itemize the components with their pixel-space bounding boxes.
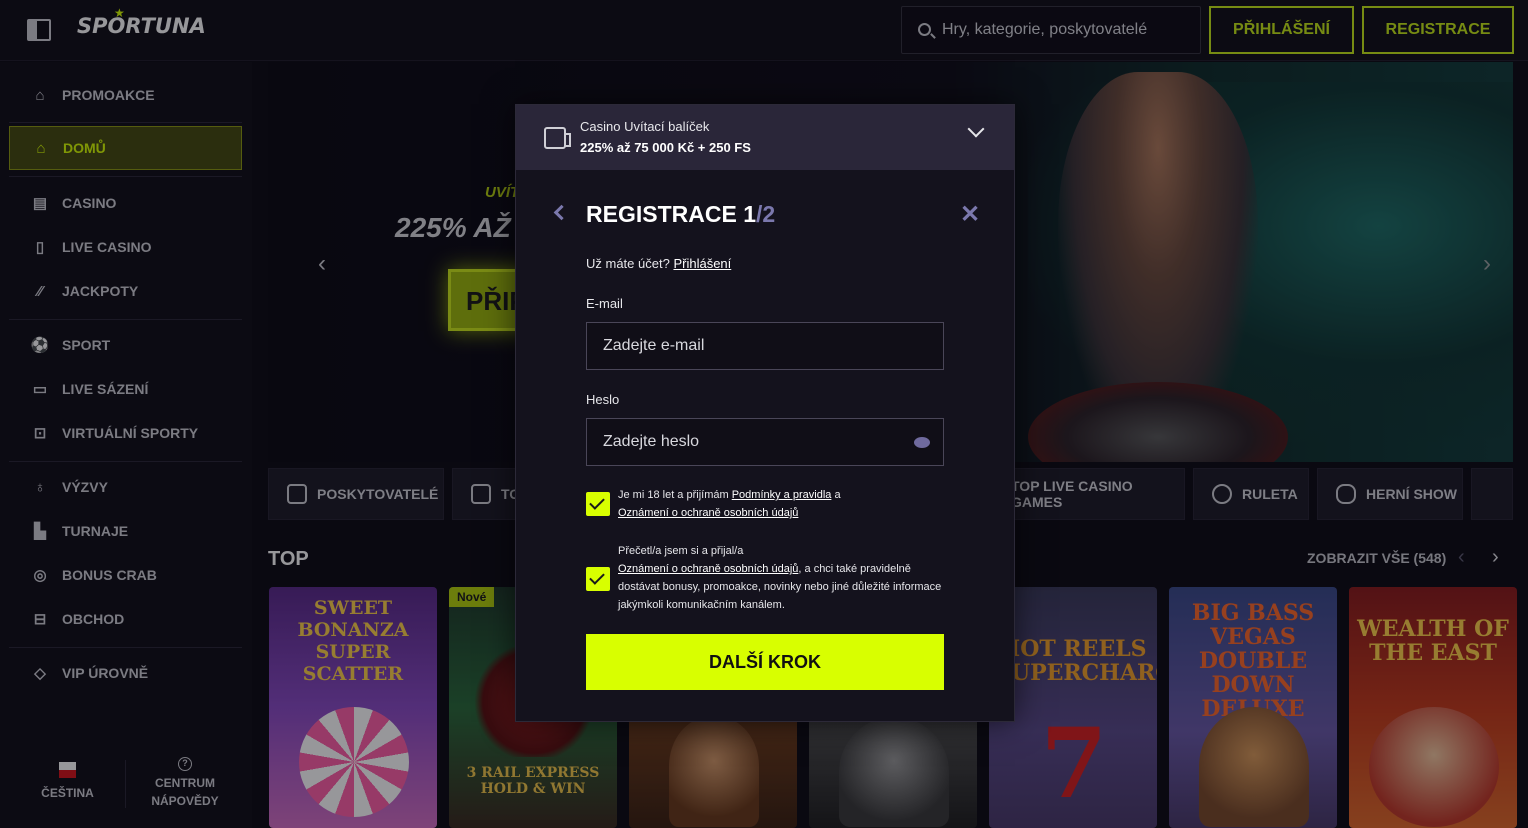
- show-password-icon[interactable]: [914, 437, 930, 448]
- next-step-button[interactable]: DALŠÍ KROK: [586, 634, 944, 690]
- privacy-link[interactable]: Oznámení o ochraně osobních údajů: [618, 507, 798, 519]
- login-link[interactable]: Přihlášení: [673, 256, 731, 271]
- welcome-bonus-dropdown[interactable]: Casino Uvítací balíček 225% až 75 000 Kč…: [516, 105, 1014, 170]
- terms-checkbox[interactable]: [586, 492, 610, 516]
- privacy-link[interactable]: Oznámení o ochraně osobních údajů: [618, 563, 798, 575]
- terms-link[interactable]: Podmínky a pravidla: [732, 489, 832, 501]
- password-placeholder: Zadejte heslo: [603, 433, 700, 450]
- step-current: 1: [743, 201, 756, 227]
- close-icon[interactable]: ✕: [960, 203, 980, 227]
- bonus-title: Casino Uvítací balíček: [580, 119, 710, 134]
- terms-consent-text: Je mi 18 let a přijímám Podmínky a pravi…: [618, 486, 948, 522]
- has-account-text: Už máte účet? Přihlášení: [586, 256, 731, 271]
- consent1-and: a: [834, 489, 841, 501]
- consent1-text: Je mi 18 let a přijímám: [618, 489, 729, 501]
- registration-modal: Casino Uvítací balíček 225% až 75 000 Kč…: [515, 104, 1015, 722]
- modal-title: REGISTRACE 1/2: [586, 201, 775, 228]
- step-total: /2: [755, 201, 776, 227]
- marketing-checkbox[interactable]: [586, 567, 610, 591]
- consent2-text: Přečetl/a jsem si a přijal/a: [618, 545, 744, 557]
- password-field[interactable]: Zadejte heslo: [586, 418, 944, 466]
- bonus-description: 225% až 75 000 Kč + 250 FS: [580, 140, 751, 155]
- marketing-consent-text: Přečetl/a jsem si a přijal/a Oznámení o …: [618, 542, 948, 614]
- title-text: REGISTRACE: [586, 201, 737, 227]
- email-placeholder: Zadejte e-mail: [603, 337, 705, 354]
- has-account-label: Už máte účet?: [586, 256, 670, 271]
- password-label: Heslo: [586, 392, 620, 407]
- back-arrow-icon[interactable]: [553, 204, 570, 221]
- email-label: E-mail: [586, 296, 623, 311]
- email-field[interactable]: Zadejte e-mail: [586, 322, 944, 370]
- bonus-slot-icon: [544, 127, 571, 149]
- chevron-down-icon[interactable]: [967, 120, 985, 138]
